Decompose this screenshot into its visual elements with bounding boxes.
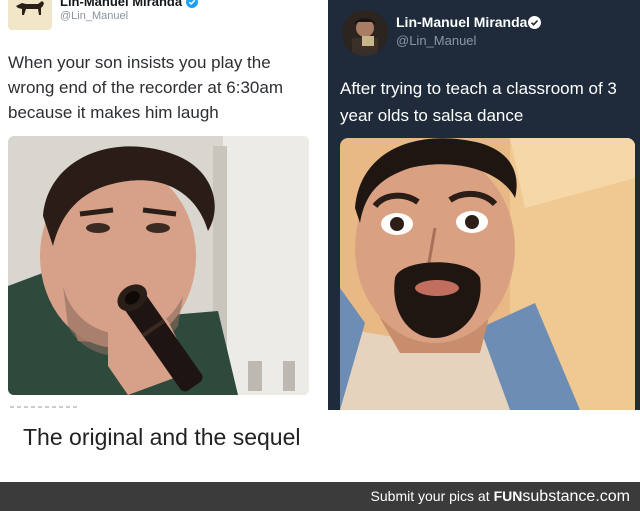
recorder-photo	[8, 136, 309, 395]
tweet-divider	[10, 406, 80, 408]
brand-domain: .com	[595, 488, 630, 505]
right-tweet-avatar[interactable]	[342, 10, 388, 56]
left-tweet-text: When your son insists you play the wrong…	[8, 53, 283, 122]
brand-substance: substance	[522, 488, 596, 505]
left-tweet-author-name[interactable]: Lin-Manuel Miranda	[60, 0, 182, 9]
left-tweet-handle[interactable]: @Lin_Manuel	[60, 10, 128, 22]
right-tweet: Lin-Manuel Miranda @Lin_Manuel After try…	[328, 0, 640, 410]
watermark-bar: Submit your pics at FUNsubstance.com	[0, 482, 640, 511]
verified-badge-icon	[186, 0, 198, 8]
left-tweet-avatar[interactable]	[8, 0, 52, 30]
right-tweet-handle[interactable]: @Lin_Manuel	[396, 33, 476, 48]
right-tweet-text: After trying to teach a classroom of 3 y…	[340, 79, 617, 125]
selfie-photo	[340, 138, 635, 410]
right-tweet-photo[interactable]	[340, 138, 635, 410]
profile-photo-icon	[342, 10, 388, 56]
watermark-text[interactable]: Submit your pics at FUNsubstance.com	[371, 488, 630, 506]
right-tweet-author-name[interactable]: Lin-Manuel Miranda	[396, 14, 527, 30]
watermark-prefix: Submit your pics at	[370, 488, 490, 504]
verified-badge-icon	[528, 16, 541, 29]
brand-fun: FUN	[493, 488, 523, 504]
dog-silhouette-icon	[16, 1, 44, 15]
left-tweet-photo[interactable]	[8, 136, 309, 395]
left-tweet: Lin-Manuel Miranda @Lin_Manuel When your…	[0, 0, 324, 410]
meme-caption: The original and the sequel	[23, 424, 301, 450]
